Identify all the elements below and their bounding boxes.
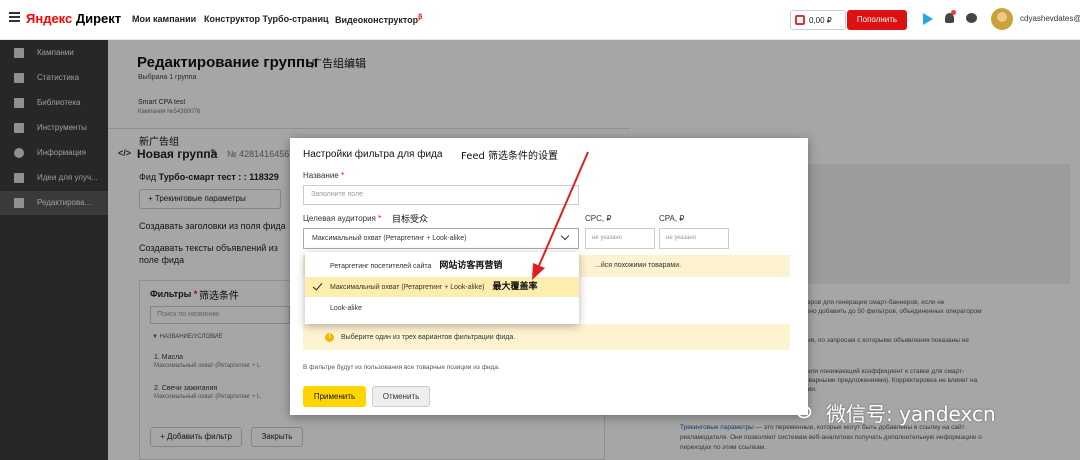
chat-icon[interactable] xyxy=(966,13,977,23)
hamburger-menu-icon[interactable] xyxy=(9,12,20,22)
yandex-direct-logo[interactable]: Яндекс Директ xyxy=(26,11,121,26)
avatar[interactable] xyxy=(991,8,1013,30)
info-bar-text: ...йся похожими товарами. xyxy=(595,262,682,269)
cpa-label: CPA, ₽ xyxy=(659,214,685,223)
required-mark: * xyxy=(340,171,345,180)
wechat-watermark: 微信号: yandexcn xyxy=(826,402,996,426)
option-label: Ретаргетинг посетителей сайта xyxy=(330,263,432,270)
notification-dot xyxy=(951,10,956,15)
warning-text: Выберите один из трех вариантов фильтрац… xyxy=(341,334,516,341)
filter-name-input[interactable]: Заполните поле xyxy=(303,185,579,205)
name-label-text: Название xyxy=(303,171,339,180)
wechat-icon xyxy=(788,399,812,419)
name-field-label: Название * xyxy=(303,171,344,180)
option-label: Look-alike xyxy=(330,305,362,312)
cpc-label: CPC, ₽ xyxy=(585,214,612,223)
username[interactable]: cdyashevdates@ xyxy=(1020,14,1080,23)
warning-icon: ! xyxy=(325,333,334,342)
dropdown-option-site-retargeting[interactable]: Ретаргетинг посетителей сайта 网站访客再营销 xyxy=(305,256,579,276)
audience-label-text: Целевая аудитория xyxy=(303,214,376,223)
dropdown-option-max-reach[interactable]: Максимальный охват (Ретаргетинг + Look-a… xyxy=(305,277,579,297)
nav-my-campaigns[interactable]: Мои кампании xyxy=(132,14,196,24)
modal-title-cn-annotation: Feed 筛选条件的设置 xyxy=(461,151,559,162)
audience-select[interactable]: Максимальный охват (Ретаргетинг + Look-a… xyxy=(303,228,579,249)
option-label: Максимальный охват (Ретаргетинг + Look-a… xyxy=(330,284,485,291)
filter-info-text: В фильтре будут из пользования все товар… xyxy=(303,364,500,371)
checkmark-icon xyxy=(312,280,323,291)
balance-value: 0,00 ₽ xyxy=(809,16,832,25)
cpa-input[interactable]: не указано xyxy=(659,228,729,249)
audience-dropdown: Ретаргетинг посетителей сайта 网站访客再营销 Мак… xyxy=(305,252,579,324)
modal-title: Настройки фильтра для фида xyxy=(303,149,443,160)
wallet-icon xyxy=(795,15,805,25)
play-icon[interactable] xyxy=(923,13,933,25)
audience-cn-annotation: 目标受众 xyxy=(392,215,429,225)
nav-video-label: Видеоконструктор xyxy=(335,15,419,25)
nav-video-constructor[interactable]: Видеоконструкторβ xyxy=(335,14,422,25)
dropdown-option-lookalike[interactable]: Look-alike xyxy=(305,299,579,319)
option-cn-annotation: 最大覆盖率 xyxy=(492,282,538,292)
beta-badge: β xyxy=(418,14,423,21)
required-mark: * xyxy=(378,214,382,223)
logo-ya-text: Яндекс xyxy=(26,11,73,26)
logo-direct-text: Директ xyxy=(72,11,122,26)
top-header: Яндекс Директ Мои кампании Конструктор Т… xyxy=(0,0,1080,40)
option-cn-annotation: 网站访客再营销 xyxy=(439,261,503,271)
cpc-input[interactable]: не указано xyxy=(585,228,655,249)
audience-label: Целевая аудитория * xyxy=(303,214,381,223)
topup-button[interactable]: Пополнить xyxy=(847,10,907,30)
cancel-button[interactable]: Отменить xyxy=(372,386,430,407)
apply-button[interactable]: Применить xyxy=(303,386,366,407)
nav-turbo-constructor[interactable]: Конструктор Турбо-страниц xyxy=(204,14,329,24)
balance-display[interactable]: 0,00 ₽ xyxy=(790,10,846,30)
